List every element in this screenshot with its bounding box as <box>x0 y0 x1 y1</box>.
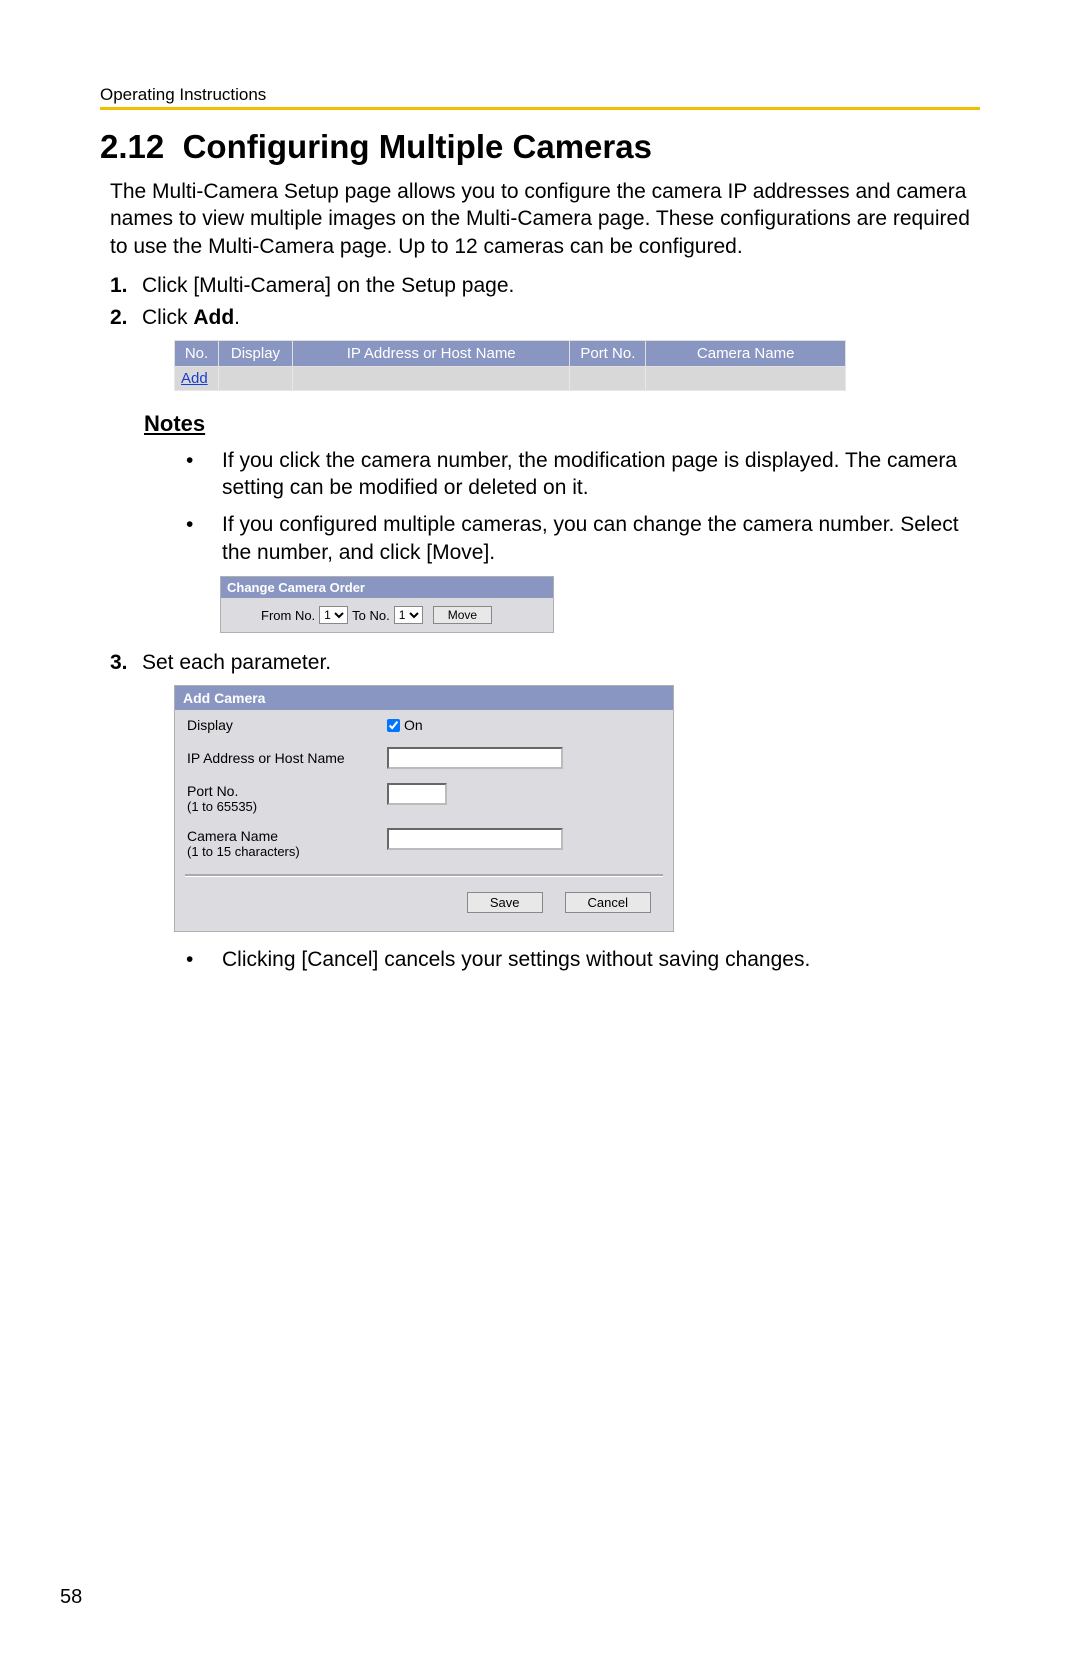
cancel-note-list: Clicking [Cancel] cancels your settings … <box>186 946 980 973</box>
port-hint: (1 to 65535) <box>187 799 387 814</box>
notes-heading: Notes <box>144 411 980 437</box>
note-item: If you configured multiple cameras, you … <box>186 511 980 566</box>
camera-table-figure: No. Display IP Address or Host Name Port… <box>174 340 980 391</box>
port-input[interactable] <box>387 783 447 805</box>
table-row: Add <box>175 366 846 390</box>
to-select[interactable]: 1 <box>394 606 423 624</box>
step-number: 3. <box>110 651 142 675</box>
intro-paragraph: The Multi-Camera Setup page allows you t… <box>110 178 980 260</box>
name-label: Camera Name <box>187 828 278 844</box>
display-label: Display <box>187 717 387 733</box>
move-button[interactable]: Move <box>433 606 492 624</box>
section-title: Configuring Multiple Cameras <box>183 128 652 165</box>
camera-name-input[interactable] <box>387 828 563 850</box>
steps-list-cont: 3. Set each parameter. <box>110 651 980 675</box>
step-text: Set each parameter. <box>142 651 980 675</box>
section-heading: 2.12 Configuring Multiple Cameras <box>100 128 980 166</box>
step-1: 1. Click [Multi-Camera] on the Setup pag… <box>110 274 980 298</box>
from-select[interactable]: 1 <box>319 606 348 624</box>
camera-table: No. Display IP Address or Host Name Port… <box>174 340 846 391</box>
step-suffix: . <box>234 306 240 329</box>
separator <box>185 874 663 876</box>
cancel-note-text: Clicking [Cancel] cancels your settings … <box>222 946 810 973</box>
port-label: Port No. <box>187 783 238 799</box>
change-camera-order-panel: Change Camera Order From No. 1 To No. 1 … <box>220 576 554 633</box>
note-text: If you configured multiple cameras, you … <box>222 511 980 566</box>
col-no: No. <box>175 340 219 366</box>
save-button[interactable]: Save <box>467 892 543 913</box>
cancel-note: Clicking [Cancel] cancels your settings … <box>186 946 980 973</box>
add-camera-panel: Add Camera Display On IP Address or Host… <box>174 685 674 932</box>
cancel-button[interactable]: Cancel <box>565 892 651 913</box>
col-port: Port No. <box>570 340 646 366</box>
col-display: Display <box>218 340 292 366</box>
header-bar: Operating Instructions <box>100 85 980 110</box>
port-row: Port No. (1 to 65535) <box>175 776 673 821</box>
step-3: 3. Set each parameter. <box>110 651 980 675</box>
steps-list: 1. Click [Multi-Camera] on the Setup pag… <box>110 274 980 330</box>
step-number: 1. <box>110 274 142 298</box>
add-keyword: Add <box>193 306 234 329</box>
step-2: 2. Click Add. <box>110 306 980 330</box>
col-name: Camera Name <box>646 340 846 366</box>
section-number: 2.12 <box>100 128 164 165</box>
add-panel-title: Add Camera <box>175 686 673 710</box>
ip-label: IP Address or Host Name <box>187 750 387 766</box>
button-row: Save Cancel <box>175 884 673 931</box>
note-text: If you click the camera number, the modi… <box>222 447 980 502</box>
add-link[interactable]: Add <box>181 370 208 387</box>
notes-list: If you click the camera number, the modi… <box>186 447 980 566</box>
page-number: 58 <box>60 1586 82 1609</box>
col-ip: IP Address or Host Name <box>292 340 569 366</box>
ip-input[interactable] <box>387 747 563 769</box>
step-prefix: Click <box>142 306 193 329</box>
step-number: 2. <box>110 306 142 330</box>
on-label: On <box>404 717 423 733</box>
doc-title: Operating Instructions <box>100 85 266 104</box>
step-text: Click Add. <box>142 306 980 330</box>
from-label: From No. <box>261 608 315 623</box>
name-row: Camera Name (1 to 15 characters) <box>175 821 673 866</box>
step-text: Click [Multi-Camera] on the Setup page. <box>142 274 980 298</box>
order-panel-body: From No. 1 To No. 1 Move <box>221 598 553 632</box>
name-hint: (1 to 15 characters) <box>187 844 387 859</box>
ip-row: IP Address or Host Name <box>175 740 673 776</box>
display-on-checkbox[interactable] <box>387 719 400 732</box>
note-item: If you click the camera number, the modi… <box>186 447 980 502</box>
display-row: Display On <box>175 710 673 740</box>
to-label: To No. <box>352 608 390 623</box>
order-panel-title: Change Camera Order <box>221 577 553 598</box>
